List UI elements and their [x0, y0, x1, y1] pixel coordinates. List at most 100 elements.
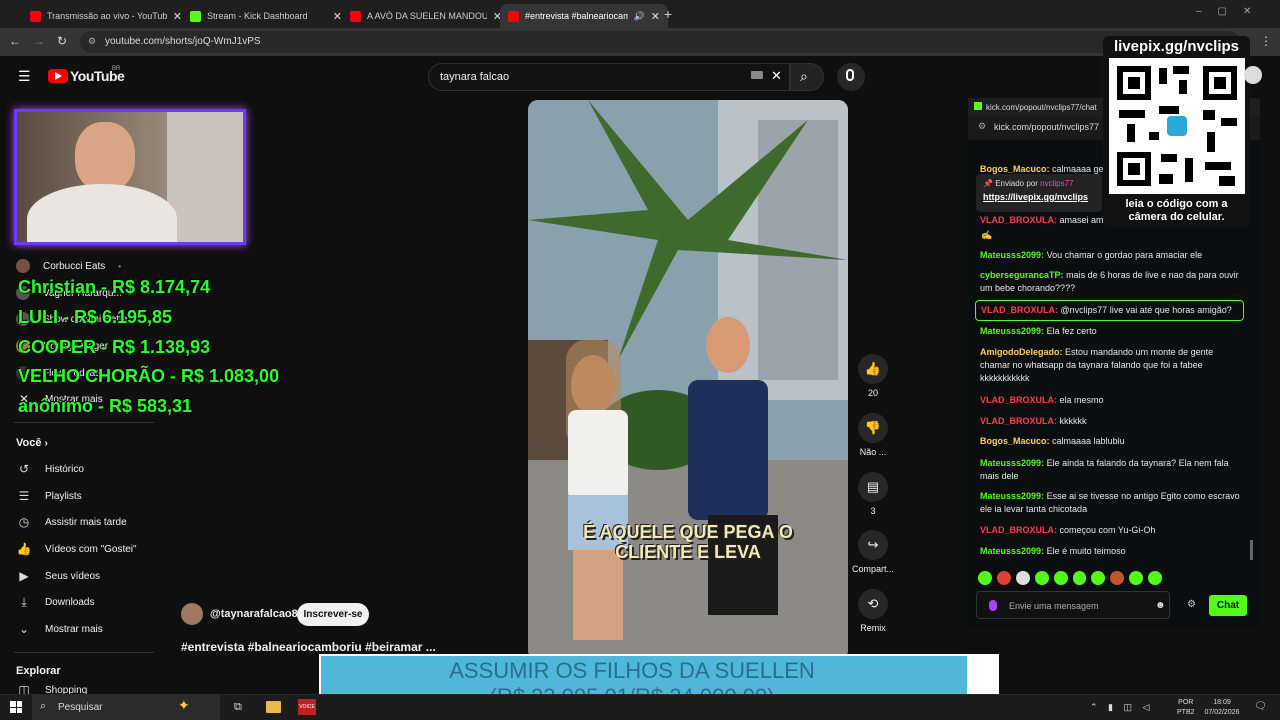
emote-icon[interactable]: [1072, 571, 1087, 585]
emoji-picker-icon[interactable]: ☻: [1155, 600, 1166, 611]
sidebar-item-playlists[interactable]: ☰ Playlists: [16, 485, 166, 507]
streamer-body: [27, 184, 177, 242]
voice-search-button[interactable]: [837, 63, 865, 91]
play-icon: [55, 72, 62, 80]
chat-message: VLAD_BROXULA: ela mesmo: [980, 395, 1104, 405]
sidebar-item-liked-videos[interactable]: 👍 Vídeos com "Gostei": [16, 538, 166, 560]
new-tab-button[interactable]: +: [664, 6, 672, 22]
tray-icons[interactable]: ⌃ ▮ ◫ ◁: [1090, 702, 1153, 713]
emote-icon[interactable]: [996, 571, 1011, 585]
chat-message-input[interactable]: Envie uma mensagem ☻: [976, 591, 1170, 619]
donation-line: Christian - R$ 8.174,74: [18, 277, 211, 297]
emote-icon[interactable]: [1091, 571, 1106, 585]
donation-line: COOPER - R$ 1.138,93: [18, 337, 211, 357]
clear-search-icon[interactable]: ✕: [771, 68, 782, 84]
file-explorer-icon[interactable]: [266, 701, 281, 713]
streamer-head: [75, 122, 135, 192]
clock[interactable]: 18:09 07/02/2026: [1200, 698, 1244, 718]
explore-section-header: Explorar: [16, 665, 61, 677]
pinned-link[interactable]: https://livepix.gg/nvclips: [976, 188, 1102, 202]
emote-icon[interactable]: [1015, 571, 1030, 585]
close-icon[interactable]: ✕: [651, 10, 660, 23]
emote-bar[interactable]: [978, 571, 1163, 585]
mic-icon: [846, 69, 854, 81]
channel-avatar[interactable]: [181, 603, 203, 625]
hamburger-menu-icon[interactable]: ☰: [18, 68, 31, 85]
emote-icon[interactable]: [978, 571, 992, 585]
chat-scrollbar[interactable]: [1250, 540, 1253, 560]
chat-message: cybersegurancaTP: mais de 6 horas de liv…: [980, 270, 1239, 293]
goal-title: ASSUMIR OS FILHOS DA SUELLEN: [449, 658, 815, 683]
you-section-header[interactable]: Você ›: [16, 437, 48, 449]
chat-settings-icon[interactable]: ⚙: [1187, 599, 1196, 610]
region-label: BR: [112, 66, 121, 72]
show-more-you[interactable]: ⌄ Mostrar mais: [16, 618, 166, 640]
tab-youtube-video[interactable]: A AVÓ DA SUELEN MANDOU R ✕: [342, 4, 510, 28]
sidebar-item-history[interactable]: ↺ Histórico: [16, 458, 166, 480]
emote-icon[interactable]: [1148, 571, 1163, 585]
emote-icon[interactable]: [1110, 571, 1125, 585]
app-icon[interactable]: VOICE: [298, 699, 316, 715]
search-button[interactable]: ⌕: [790, 63, 824, 91]
thumbs-up-icon: 👍: [858, 354, 888, 384]
dislike-button[interactable]: 👎 Não ...: [854, 413, 892, 457]
send-chat-button[interactable]: Chat: [1209, 595, 1247, 616]
chevron-down-icon: ⌄: [18, 622, 30, 636]
chat-message: VLAD_BROXULA: amasei amig: [980, 215, 1104, 225]
youtube-icon: [508, 10, 519, 22]
back-button[interactable]: ←: [9, 34, 21, 48]
short-video-player[interactable]: É AQUELE QUE PEGA O CLIENTE E LEVA: [528, 100, 848, 660]
sparkle-icon: ✦: [178, 697, 190, 713]
browser-menu-icon[interactable]: ⋮: [1260, 34, 1272, 48]
window-controls[interactable]: –▢✕: [1196, 6, 1267, 17]
kick-icon: [190, 10, 201, 22]
emote-icon[interactable]: [1034, 571, 1049, 585]
livepix-qr-overlay: livepix.gg/nvclips leia o código com a c…: [1103, 36, 1250, 228]
subscribe-button[interactable]: Inscrever-se: [297, 603, 369, 626]
windows-taskbar: ⌕ Pesquisar ✦ ⧉ VOICE ⌃ ▮ ◫ ◁ POR PTB2 18…: [0, 694, 1280, 720]
taskbar-search[interactable]: ⌕ Pesquisar ✦: [32, 695, 220, 720]
chat-message: VLAD_BROXULA: kkkkkk: [980, 416, 1087, 426]
tab-youtube-short[interactable]: #entrevista #balneariocamb 🔊 ✕: [500, 4, 668, 28]
chat-message: Mateusss2099: Ele ainda ta falando da ta…: [980, 458, 1229, 481]
site-info-icon[interactable]: ⚙: [88, 36, 96, 47]
sidebar-divider: [14, 652, 154, 653]
remix-button[interactable]: ⟲ Remix: [854, 589, 892, 633]
windows-start-icon[interactable]: [10, 701, 22, 713]
short-title[interactable]: #entrevista #balneariocamboriu #beiramar…: [181, 640, 436, 654]
reload-button[interactable]: ↻: [57, 34, 67, 48]
forward-button[interactable]: →: [33, 34, 45, 48]
emote-icon[interactable]: [1053, 571, 1068, 585]
speaker-icon[interactable]: 🔊: [634, 11, 645, 22]
emote-icon[interactable]: [1129, 571, 1144, 585]
chat-message: VLAD_BROXULA: começou com Yu-Gi-Oh: [980, 525, 1156, 535]
share-button[interactable]: ↪ Compart...: [850, 530, 896, 574]
avatar[interactable]: [1244, 66, 1262, 84]
youtube-icon: [350, 10, 361, 22]
close-icon[interactable]: ✕: [173, 10, 182, 23]
tab-youtube-live[interactable]: Transmissão ao vivo - YouTube ✕: [22, 4, 190, 28]
sidebar-item-your-videos[interactable]: ▶ Seus vídeos: [16, 565, 166, 587]
history-icon: ↺: [18, 462, 30, 476]
task-view-icon[interactable]: ⧉: [234, 701, 242, 714]
address-bar[interactable]: ⚙ youtube.com/shorts/joQ-WmJ1vPS: [80, 31, 1240, 53]
like-button[interactable]: 👍 20: [854, 354, 892, 398]
video-frame: [528, 100, 848, 660]
language-indicator[interactable]: POR PTB2: [1177, 698, 1195, 718]
pinned-message[interactable]: 📌 Enviado por nvclips77 https://livepix.…: [976, 174, 1102, 212]
notification-icon[interactable]: 🗨: [1254, 701, 1267, 712]
channel-handle[interactable]: @taynarafalcao8: [210, 608, 298, 620]
like-icon: 👍: [16, 542, 32, 556]
close-icon[interactable]: ✕: [333, 10, 342, 23]
search-input[interactable]: taynara falcao ✕: [428, 63, 790, 91]
download-icon: ⤓: [21, 595, 27, 609]
youtube-logo[interactable]: [48, 69, 68, 83]
comments-button[interactable]: ▤ 3: [854, 472, 892, 516]
tab-kick-dashboard[interactable]: Stream - Kick Dashboard ✕: [182, 4, 350, 28]
sidebar-item-watch-later[interactable]: ◷ Assistir mais tarde: [16, 511, 166, 533]
keyboard-icon[interactable]: [751, 71, 763, 79]
qr-caption: leia o código com a câmera do celular.: [1125, 198, 1228, 223]
sidebar-item-downloads[interactable]: ⤓ Downloads: [16, 591, 166, 613]
subscription-item[interactable]: Corbucci Eats •: [16, 255, 166, 277]
chat-message: AmigodoDelegado: Estou mandando um monte…: [980, 347, 1214, 383]
